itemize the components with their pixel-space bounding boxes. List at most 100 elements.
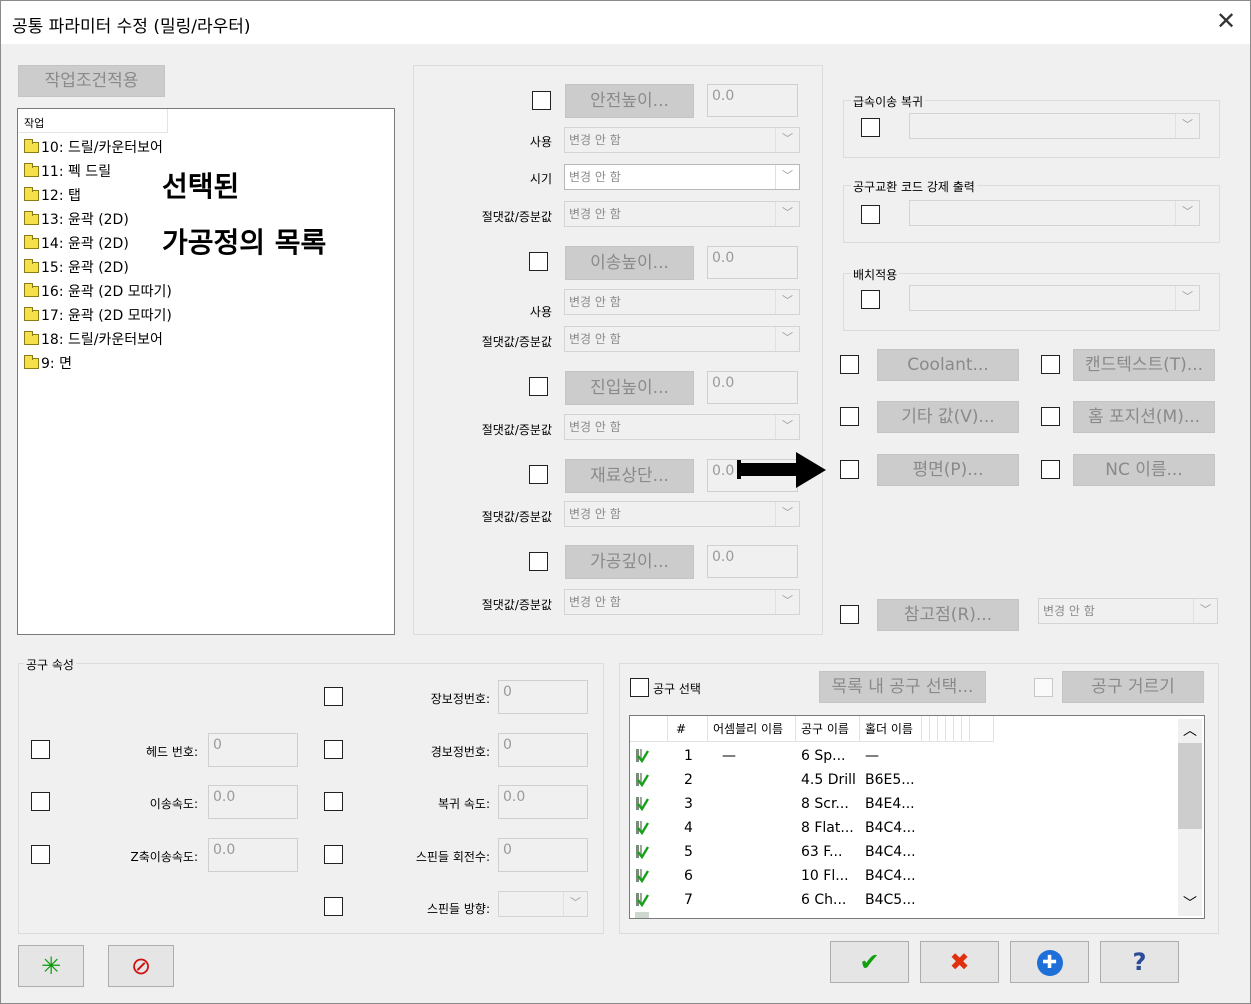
- tree-item[interactable]: 15: 윤곽 (2D): [24, 257, 129, 279]
- head-no-field[interactable]: 0: [208, 733, 298, 767]
- clearance-abs-combo[interactable]: 변경 안 함 ﹀: [564, 201, 800, 227]
- tree-item[interactable]: 13: 윤곽 (2D): [24, 209, 129, 231]
- tool-list[interactable]: # 어셈블리 이름 공구 이름 홀더 이름 1 — 6 Sp... — 2 4.5 Dri…: [629, 715, 1205, 919]
- table-row[interactable]: 2 4.5 Drill B6E5...: [630, 768, 1178, 792]
- clearance-button[interactable]: 안전높이...: [565, 84, 694, 118]
- plane-checkbox[interactable]: [840, 460, 859, 479]
- feed-plane-checkbox[interactable]: [529, 377, 548, 396]
- top-of-stock-button[interactable]: 재료상단...: [565, 459, 694, 493]
- clear-button[interactable]: ⊘: [108, 945, 174, 987]
- table-row[interactable]: 4 8 Flat... B4C4...: [630, 816, 1178, 840]
- column-header-assembly[interactable]: 어셈블리 이름: [708, 716, 796, 742]
- column-header-number[interactable]: #: [668, 716, 708, 742]
- reference-point-checkbox[interactable]: [840, 605, 859, 624]
- canned-text-checkbox[interactable]: [1041, 355, 1060, 374]
- spindle-dir-combo[interactable]: ﹀: [498, 891, 588, 917]
- column-header-holder-name[interactable]: 홀더 이름: [860, 716, 922, 742]
- clearance-when-combo[interactable]: 변경 안 함 ﹀: [564, 164, 800, 190]
- tool-select-checkbox[interactable]: [630, 678, 649, 697]
- clearance-checkbox[interactable]: [532, 91, 551, 110]
- tree-item[interactable]: 17: 윤곽 (2D 모따기): [24, 305, 172, 327]
- nc-name-button[interactable]: NC 이름...: [1073, 454, 1215, 486]
- feed-plane-button[interactable]: 진입높이...: [565, 371, 694, 405]
- retract-button[interactable]: 이송높이...: [565, 246, 694, 280]
- clearance-value-field[interactable]: 0.0: [707, 84, 798, 117]
- tree-item[interactable]: 18: 드릴/카운터보어: [24, 329, 163, 351]
- z-feed-checkbox[interactable]: [31, 845, 50, 864]
- depth-value-field[interactable]: 0.0: [707, 545, 798, 578]
- tree-item[interactable]: 12: 탭: [24, 185, 81, 207]
- tree-item[interactable]: 10: 드릴/카운터보어: [24, 137, 163, 159]
- feed-plane-value-field[interactable]: 0.0: [707, 371, 798, 404]
- table-row[interactable]: 5 63 F... B4C4...: [630, 840, 1178, 864]
- top-of-stock-checkbox[interactable]: [529, 465, 548, 484]
- tool-change-checkbox[interactable]: [861, 205, 880, 224]
- coolant-checkbox[interactable]: [840, 355, 859, 374]
- reference-point-combo[interactable]: 변경 안 함 ﹀: [1038, 598, 1218, 624]
- close-icon[interactable]: ✕: [1212, 6, 1240, 36]
- retract-value-field[interactable]: 0.0: [707, 246, 798, 279]
- rapid-return-checkbox[interactable]: [861, 118, 880, 137]
- filter-tools-button[interactable]: 공구 거르기: [1062, 671, 1204, 703]
- retract-use-combo[interactable]: 변경 안 함 ﹀: [564, 289, 800, 315]
- batch-apply-combo[interactable]: ﹀: [909, 285, 1200, 311]
- tree-item[interactable]: 11: 펙 드릴: [24, 161, 111, 183]
- tool-list-scrollbar[interactable]: ︿ ﹀: [1178, 719, 1202, 916]
- scroll-up-icon[interactable]: ︿: [1178, 719, 1202, 743]
- diameter-offset-checkbox[interactable]: [324, 740, 343, 759]
- feed-rate-checkbox[interactable]: [31, 792, 50, 811]
- apply-button[interactable]: ✚: [1010, 941, 1089, 983]
- nc-name-checkbox[interactable]: [1041, 460, 1060, 479]
- table-row[interactable]: 6 10 Fl... B4C4...: [630, 864, 1178, 888]
- ok-button[interactable]: ✔: [830, 941, 909, 983]
- table-row[interactable]: 1 — 6 Sp... —: [630, 744, 1178, 768]
- feed-plane-abs-combo[interactable]: 변경 안 함 ﹀: [564, 414, 800, 440]
- spindle-speed-checkbox[interactable]: [324, 845, 343, 864]
- tree-item[interactable]: 16: 윤곽 (2D 모따기): [24, 281, 172, 303]
- head-no-checkbox[interactable]: [31, 740, 50, 759]
- cancel-button[interactable]: ✖: [920, 941, 999, 983]
- plane-button[interactable]: 평면(P)...: [877, 454, 1019, 486]
- select-tool-in-list-button[interactable]: 목록 내 공구 선택...: [819, 671, 986, 703]
- misc-values-button[interactable]: 기타 값(V)...: [877, 401, 1019, 433]
- length-offset-checkbox[interactable]: [324, 687, 343, 706]
- z-feed-field[interactable]: 0.0: [208, 838, 298, 872]
- apply-conditions-button[interactable]: 작업조건적용: [18, 65, 165, 97]
- tree-column-header[interactable]: 작업: [18, 109, 168, 133]
- home-position-button[interactable]: 홈 포지션(M)...: [1073, 401, 1215, 433]
- reset-button[interactable]: ✳: [18, 945, 84, 987]
- home-position-checkbox[interactable]: [1041, 407, 1060, 426]
- tree-item[interactable]: 9: 면: [24, 353, 72, 375]
- depth-checkbox[interactable]: [529, 552, 548, 571]
- help-button[interactable]: ?: [1100, 941, 1179, 983]
- scroll-down-icon[interactable]: ﹀: [1178, 892, 1202, 916]
- depth-abs-combo[interactable]: 변경 안 함 ﹀: [564, 589, 800, 615]
- tool-change-combo[interactable]: ﹀: [909, 200, 1200, 226]
- feed-rate-field[interactable]: 0.0: [208, 785, 298, 819]
- depth-button[interactable]: 가공깊이...: [565, 545, 694, 579]
- batch-apply-checkbox[interactable]: [861, 290, 880, 309]
- retract-checkbox[interactable]: [529, 252, 548, 271]
- length-offset-field[interactable]: 0: [498, 680, 588, 714]
- operation-tree[interactable]: 작업 10: 드릴/카운터보어 11: 펙 드릴 12: 탭 13: 윤곽 (2…: [17, 108, 395, 635]
- retract-abs-combo[interactable]: 변경 안 함 ﹀: [564, 326, 800, 352]
- reference-point-button[interactable]: 참고점(R)...: [877, 599, 1019, 631]
- clearance-use-combo[interactable]: 변경 안 함 ﹀: [564, 127, 800, 153]
- coolant-button[interactable]: Coolant...: [877, 349, 1019, 381]
- tree-item[interactable]: 14: 윤곽 (2D): [24, 233, 129, 255]
- spindle-speed-field[interactable]: 0: [498, 838, 588, 872]
- retract-rate-checkbox[interactable]: [324, 792, 343, 811]
- table-row[interactable]: 3 8 Scr... B4E4...: [630, 792, 1178, 816]
- table-row[interactable]: 7 6 Ch... B4C5...: [630, 888, 1178, 912]
- misc-values-checkbox[interactable]: [840, 407, 859, 426]
- column-header-icon[interactable]: [630, 716, 668, 742]
- scrollbar-thumb[interactable]: [1178, 743, 1202, 829]
- diameter-offset-field[interactable]: 0: [498, 733, 588, 767]
- canned-text-button[interactable]: 캔드텍스트(T)...: [1073, 349, 1215, 381]
- top-of-stock-abs-combo[interactable]: 변경 안 함 ﹀: [564, 501, 800, 527]
- retract-rate-field[interactable]: 0.0: [498, 785, 588, 819]
- rapid-return-combo[interactable]: ﹀: [909, 113, 1200, 139]
- spindle-dir-checkbox[interactable]: [324, 897, 343, 916]
- filter-tools-checkbox[interactable]: [1034, 678, 1053, 697]
- column-header-tool-name[interactable]: 공구 이름: [796, 716, 860, 742]
